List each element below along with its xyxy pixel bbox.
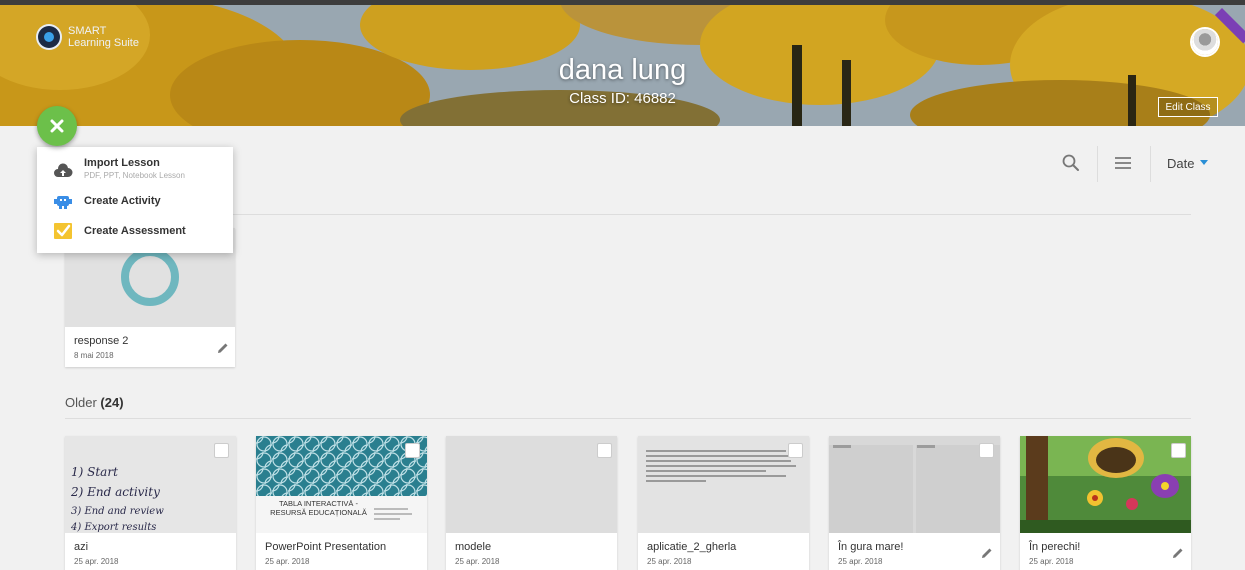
edit-class-button[interactable]: Edit Class [1158, 97, 1218, 117]
handwriting-thumbnail-image: 1) Start 2) End activity 3) End and revi… [70, 465, 164, 533]
menu-item-label: Create Activity [84, 195, 161, 207]
lesson-date: 25 apr. 2018 [74, 557, 119, 566]
menu-item-create-assessment[interactable]: Create Assessment [37, 222, 233, 244]
toolbar-divider [1097, 146, 1098, 182]
garden-thumbnail-image [1020, 436, 1191, 533]
lesson-date: 25 apr. 2018 [455, 557, 500, 566]
class-banner: SMART Learning Suite dana lung Class ID:… [0, 5, 1245, 126]
lesson-title: response 2 [74, 335, 129, 347]
menu-item-label: Create Assessment [84, 225, 186, 237]
select-checkbox[interactable] [1171, 443, 1186, 458]
class-id: Class ID: 46882 [569, 90, 676, 107]
handwriting-line: 3) End and review [71, 506, 164, 517]
lesson-date: 25 apr. 2018 [1029, 557, 1074, 566]
add-menu: Import Lesson PDF, PPT, Notebook Lesson … [37, 147, 233, 253]
section-divider [65, 214, 1191, 215]
lesson-card[interactable]: aplicatie_2_gherla 25 apr. 2018 [638, 436, 809, 570]
select-checkbox[interactable] [214, 443, 229, 458]
select-checkbox[interactable] [597, 443, 612, 458]
lesson-title: aplicatie_2_gherla [647, 541, 737, 553]
lesson-title: În perechi! [1029, 541, 1081, 553]
section-header-older: Older (24) [65, 395, 124, 410]
lesson-card[interactable]: 1) Start 2) End activity 3) End and revi… [65, 436, 236, 570]
lesson-date: 8 mai 2018 [74, 351, 114, 360]
lesson-title: azi [74, 541, 89, 553]
toolbar-divider [1150, 146, 1151, 182]
class-name: dana lung [558, 54, 687, 86]
lesson-thumbnail [1020, 436, 1191, 533]
lesson-title: PowerPoint Presentation [265, 541, 387, 553]
close-icon [50, 119, 64, 133]
select-checkbox[interactable] [788, 443, 803, 458]
lesson-date: 25 apr. 2018 [647, 557, 692, 566]
brand-subtitle: Learning Suite [68, 37, 139, 49]
activity-robot-icon [54, 196, 72, 209]
lesson-thumbnail: TABLA INTERACTIVĂ - RESURSĂ EDUCAȚIONALĂ [256, 436, 427, 533]
pencil-icon[interactable] [981, 547, 993, 559]
lesson-title: modele [455, 541, 492, 553]
lesson-title: În gura mare! [838, 541, 904, 553]
menu-item-sublabel: PDF, PPT, Notebook Lesson [84, 171, 185, 180]
cloud-upload-icon [54, 163, 73, 177]
close-menu-button[interactable] [37, 106, 77, 146]
lesson-card[interactable]: TABLA INTERACTIVĂ - RESURSĂ EDUCAȚIONALĂ… [256, 436, 427, 570]
section-divider [65, 418, 1191, 419]
sort-dropdown[interactable]: Date [1167, 156, 1194, 171]
lesson-date: 25 apr. 2018 [265, 557, 310, 566]
pencil-icon[interactable] [217, 342, 229, 354]
chevron-down-icon[interactable] [1200, 160, 1208, 165]
select-checkbox[interactable] [405, 443, 420, 458]
lesson-card[interactable]: modele 25 apr. 2018 [446, 436, 617, 570]
lesson-thumbnail: 1) Start 2) End activity 3) End and revi… [65, 436, 236, 533]
search-icon[interactable] [1062, 154, 1080, 172]
checkmark-icon [54, 223, 72, 239]
text-page-thumbnail-image [646, 450, 796, 482]
slide-title: TABLA INTERACTIVĂ - RESURSĂ EDUCAȚIONALĂ [270, 500, 367, 517]
grid-thumbnail-image [829, 436, 1000, 533]
handwriting-line: 4) Export results [70, 522, 156, 533]
select-checkbox[interactable] [979, 443, 994, 458]
lesson-date: 25 apr. 2018 [838, 557, 883, 566]
handwriting-line: 2) End activity [70, 485, 160, 499]
slide-thumbnail-image: TABLA INTERACTIVĂ - RESURSĂ EDUCAȚIONALĂ [256, 436, 427, 533]
lesson-thumbnail [638, 436, 809, 533]
brand-name: SMART [68, 25, 107, 37]
user-avatar[interactable] [1192, 29, 1218, 55]
lesson-card[interactable]: În gura mare! 25 apr. 2018 [829, 436, 1000, 570]
lesson-thumbnail [446, 436, 617, 533]
pencil-icon[interactable] [1172, 547, 1184, 559]
brand-logo[interactable]: SMART Learning Suite [38, 25, 139, 49]
lesson-thumbnail [829, 436, 1000, 533]
smart-logo-icon [38, 26, 60, 48]
handwriting-line: 1) Start [71, 465, 118, 479]
menu-item-create-activity[interactable]: Create Activity [37, 192, 233, 214]
menu-item-import-lesson[interactable]: Import Lesson PDF, PPT, Notebook Lesson [37, 156, 233, 188]
list-view-icon[interactable] [1115, 156, 1131, 170]
lesson-card[interactable]: În perechi! 25 apr. 2018 [1020, 436, 1191, 570]
menu-item-label: Import Lesson [84, 157, 160, 169]
